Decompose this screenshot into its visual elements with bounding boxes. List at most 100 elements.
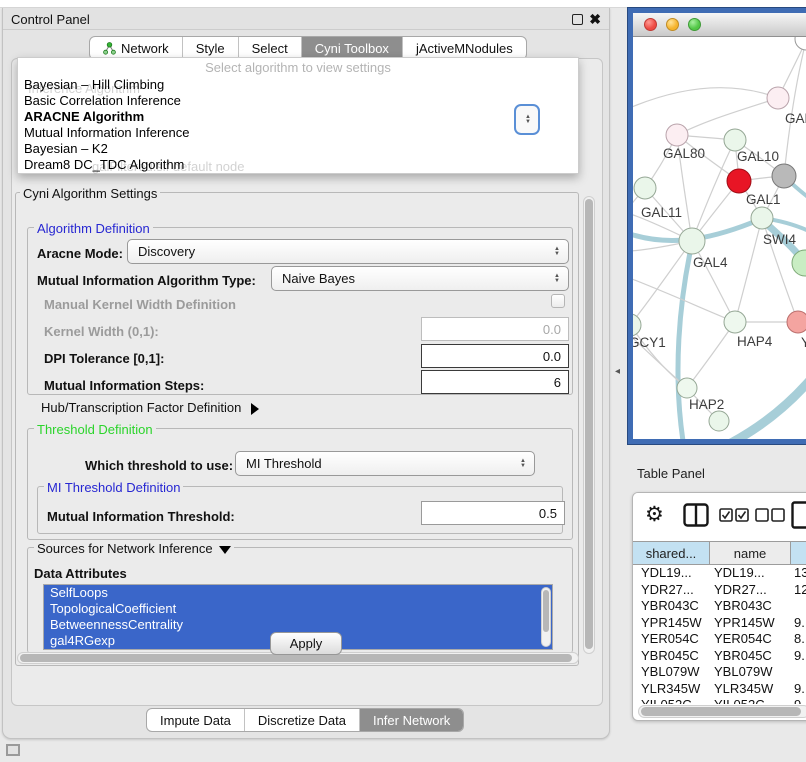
node-gray[interactable] <box>772 164 796 188</box>
stepper-icon: ▲▼ <box>554 274 560 284</box>
algorithm-option[interactable]: Basic Correlation Inference <box>18 93 578 109</box>
algorithm-option[interactable]: Dream8 DC_TDC Algorithm <box>18 157 578 173</box>
label-hap2: HAP2 <box>689 397 724 412</box>
aracne-mode-combo[interactable]: Discovery ▲▼ <box>127 239 569 264</box>
table-horizontal-scrollbar[interactable] <box>638 705 806 718</box>
column-header-cut[interactable] <box>791 542 806 564</box>
obscured-combo-fragment: ▲▼ <box>514 104 540 135</box>
tab-impute-data[interactable]: Impute Data <box>147 709 245 731</box>
node-gal10[interactable] <box>724 129 746 151</box>
attribute-item[interactable]: TopologicalCoefficient <box>44 601 552 617</box>
unchecked-checkboxes-icon[interactable] <box>755 508 785 522</box>
mi-threshold-group-title: MI Threshold Definition <box>44 480 183 495</box>
node-gal80[interactable] <box>666 124 688 146</box>
node-gal4[interactable] <box>679 228 705 254</box>
network-view-window: GAL GAL80 GAL10 GAL1 GAL11 SWI4 GAL4 GCY… <box>628 8 806 444</box>
threshold-definition-title: Threshold Definition <box>34 422 156 437</box>
tab-style[interactable]: Style <box>183 37 239 59</box>
tab-network[interactable]: Network <box>90 37 183 59</box>
table-panel-toolbar: ⚙ <box>633 493 806 539</box>
stepper-icon: ▲▼ <box>554 247 560 257</box>
table-row[interactable]: YIL052CYIL052C9 <box>633 697 806 704</box>
manual-kernel-label: Manual Kernel Width Definition <box>44 297 236 312</box>
node-bottom[interactable] <box>709 411 729 431</box>
sources-group-title[interactable]: Sources for Network Inference <box>34 541 234 556</box>
node-gal11[interactable] <box>634 177 656 199</box>
checked-checkboxes-icon[interactable] <box>719 508 749 522</box>
split-columns-icon[interactable] <box>683 503 709 527</box>
mi-threshold-field[interactable]: 0.5 <box>421 501 565 525</box>
tab-network-label: Network <box>121 41 169 56</box>
attribute-item[interactable]: SelfLoops <box>44 585 552 601</box>
aracne-mode-label: Aracne Mode: <box>37 246 123 261</box>
table-row[interactable]: YDL19...YDL19...13 <box>633 565 806 582</box>
stepper-icon: ▲▼ <box>525 115 531 125</box>
zoom-traffic-light[interactable] <box>688 18 701 31</box>
settings-vertical-scrollbar[interactable] <box>583 196 595 654</box>
tab-select[interactable]: Select <box>239 37 302 59</box>
splitter-collapse-arrow[interactable]: ◂ <box>615 366 620 377</box>
table-row[interactable]: YBR045CYBR045C9. <box>633 648 806 665</box>
node-gal1-red[interactable] <box>727 169 751 193</box>
node-partial-top[interactable] <box>795 37 806 50</box>
node-gcy1[interactable] <box>633 314 641 336</box>
table-row[interactable]: YPR145WYPR145W9. <box>633 615 806 632</box>
node-salmon[interactable] <box>787 311 806 333</box>
expanded-arrow-icon <box>219 546 231 554</box>
hub-definition-toggle[interactable]: Hub/Transcription Factor Definition <box>41 400 259 415</box>
tab-jactivemnodules[interactable]: jActiveMNodules <box>403 37 526 59</box>
tab-discretize-data[interactable]: Discretize Data <box>245 709 360 731</box>
network-window-titlebar <box>633 13 806 37</box>
mi-steps-label: Mutual Information Steps: <box>44 378 204 393</box>
algorithm-dropdown-list: Inference Algorithm galFiltered.sif defa… <box>17 57 579 174</box>
network-labels: GAL GAL80 GAL10 GAL1 GAL11 SWI4 GAL4 GCY… <box>633 111 806 412</box>
minimize-traffic-light[interactable] <box>666 18 679 31</box>
algorithm-option[interactable]: Mutual Information Inference <box>18 125 578 141</box>
dock-panel-icon[interactable] <box>6 744 20 756</box>
column-header-name[interactable]: name <box>710 542 791 564</box>
partial-document-icon[interactable] <box>791 501 806 529</box>
attribute-item[interactable]: BetweennessCentrality <box>44 617 552 633</box>
apply-button[interactable]: Apply <box>270 632 342 655</box>
node-hap2[interactable] <box>677 378 697 398</box>
table-panel-window: ⚙ shared... name Y <box>632 492 806 721</box>
table-row[interactable]: YBR043CYBR043C <box>633 598 806 615</box>
table-row[interactable]: YDR27...YDR27...12 <box>633 582 806 599</box>
dpi-tolerance-field[interactable]: 0.0 <box>421 344 569 368</box>
panel-title: Control Panel <box>11 12 90 27</box>
close-traffic-light[interactable] <box>644 18 657 31</box>
label-hap4: HAP4 <box>737 334 773 349</box>
tab-cyni-toolbox[interactable]: Cyni Toolbox <box>302 37 403 59</box>
table-row[interactable]: YBL079WYBL079W <box>633 664 806 681</box>
mi-threshold-label: Mutual Information Threshold: <box>47 509 235 524</box>
table-row[interactable]: YER054CYER054C8. <box>633 631 806 648</box>
label-gal-cut: GAL <box>785 111 806 126</box>
label-gal4: GAL4 <box>693 255 728 270</box>
close-icon[interactable]: ✖ <box>589 11 601 28</box>
label-gal1: GAL1 <box>746 192 781 207</box>
table-row[interactable]: YLR345WYLR345W9. <box>633 681 806 698</box>
cyni-settings-title: Cyni Algorithm Settings <box>20 186 160 201</box>
label-gcy1: GCY1 <box>633 335 666 350</box>
algorithm-option[interactable]: Bayesian – Hill Climbing <box>18 77 578 93</box>
manual-kernel-checkbox[interactable] <box>551 294 565 308</box>
mi-steps-field[interactable]: 6 <box>421 370 569 394</box>
tab-infer-network[interactable]: Infer Network <box>360 709 463 731</box>
kernel-width-label: Kernel Width (0,1): <box>44 324 159 339</box>
node-gal-cut[interactable] <box>767 87 789 109</box>
mi-type-combo[interactable]: Naive Bayes ▲▼ <box>271 266 569 291</box>
label-gal80: GAL80 <box>663 146 705 161</box>
control-panel: Control Panel ✖ Network Style Select Cyn… <box>2 8 610 739</box>
node-hap4[interactable] <box>724 311 746 333</box>
label-gal11: GAL11 <box>641 205 682 220</box>
algorithm-option-selected[interactable]: ARACNE Algorithm <box>18 109 578 125</box>
attributes-list-scrollbar[interactable] <box>541 587 551 647</box>
which-threshold-combo[interactable]: MI Threshold ▲▼ <box>235 451 535 476</box>
algorithm-option[interactable]: Bayesian – K2 <box>18 141 578 157</box>
control-panel-titlebar: Control Panel ✖ <box>3 8 609 30</box>
float-panel-icon[interactable] <box>572 14 583 25</box>
network-canvas[interactable]: GAL GAL80 GAL10 GAL1 GAL11 SWI4 GAL4 GCY… <box>633 37 806 439</box>
column-header-shared[interactable]: shared... <box>633 542 710 564</box>
node-green[interactable] <box>751 207 773 229</box>
gear-icon[interactable]: ⚙ <box>645 502 664 527</box>
